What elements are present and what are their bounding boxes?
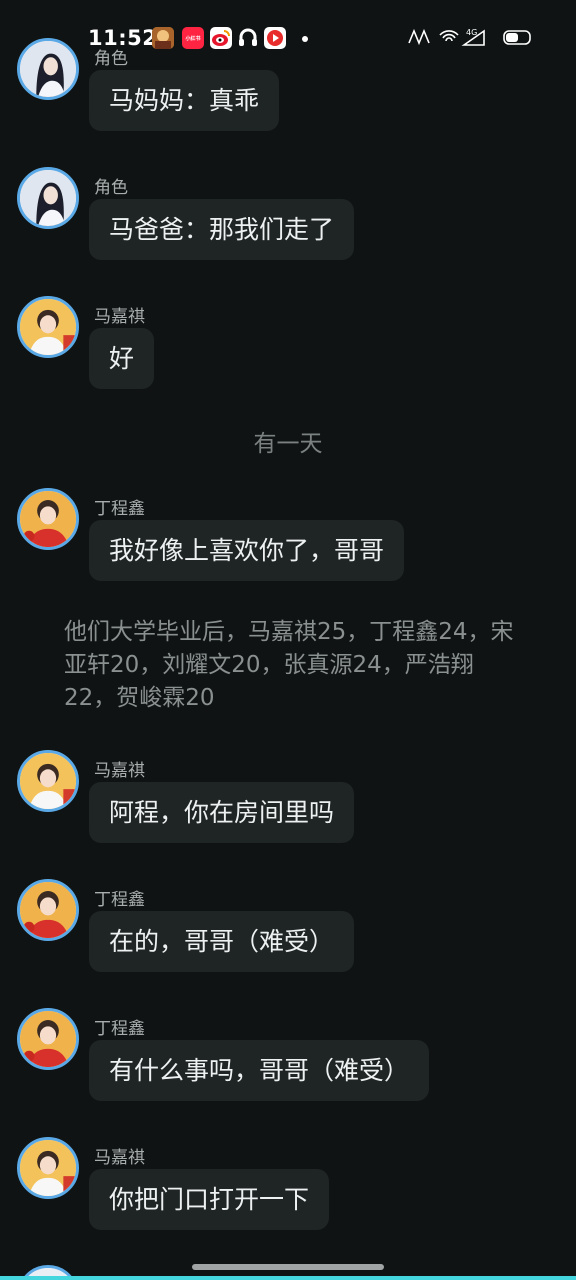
xiaohongshu-icon: 小红书	[182, 27, 204, 49]
message-bubble[interactable]: 有什么事吗，哥哥（难受）	[89, 1040, 430, 1101]
time-divider: 有一天	[253, 431, 323, 457]
boy-avatar-white[interactable]	[17, 750, 79, 812]
boy-avatar-white[interactable]	[17, 1137, 79, 1199]
sender-name: 角色	[94, 178, 128, 198]
bottom-accent-bar	[0, 1276, 576, 1280]
xiaohongshu-label: 小红书	[185, 35, 201, 42]
sender-name: 丁程鑫	[94, 890, 145, 910]
boy-avatar-red[interactable]	[17, 1008, 79, 1070]
message-bubble[interactable]: 我好像上喜欢你了，哥哥	[89, 520, 405, 581]
sender-name: 丁程鑫	[94, 1019, 145, 1039]
chat-screen: 11:52 小红书 4G 角色 马妈妈：真乖 角色 马爸爸：那我们走了 马嘉祺 …	[0, 0, 576, 1280]
sender-name: 丁程鑫	[94, 499, 145, 519]
message-bubble[interactable]: 好	[89, 328, 155, 389]
svg-text:4G: 4G	[466, 28, 477, 37]
sender-name: 马嘉祺	[94, 761, 145, 781]
message-bubble[interactable]: 马爸爸：那我们走了	[89, 199, 355, 260]
narration-text: 他们大学毕业后，马嘉祺25，丁程鑫24，宋亚轩20，刘耀文20，张真源24，严浩…	[64, 619, 514, 711]
girl-avatar[interactable]	[17, 167, 79, 229]
system-status-icons: 4G	[406, 25, 536, 49]
home-indicator[interactable]	[192, 1264, 384, 1270]
message-bubble[interactable]: 阿程，你在房间里吗	[89, 782, 355, 843]
boy-avatar-white[interactable]	[17, 296, 79, 358]
more-notifications-dot	[302, 36, 308, 42]
boy-avatar-red[interactable]	[17, 879, 79, 941]
message-bubble[interactable]: 马妈妈：真乖	[89, 70, 280, 131]
earbuds-app-icon	[237, 27, 259, 49]
game-icon	[152, 27, 174, 49]
clock: 11:52	[88, 26, 158, 50]
status-bar: 11:52 小红书 4G	[0, 22, 576, 58]
status-indicators-icon: 4G	[408, 28, 531, 46]
weibo-icon	[210, 27, 232, 49]
sender-name: 马嘉祺	[94, 307, 145, 327]
video-app-icon	[264, 27, 286, 49]
boy-avatar-red[interactable]	[17, 488, 79, 550]
message-bubble[interactable]: 在的，哥哥（难受）	[89, 911, 355, 972]
message-bubble[interactable]: 你把门口打开一下	[89, 1169, 330, 1230]
sender-name: 马嘉祺	[94, 1148, 145, 1168]
